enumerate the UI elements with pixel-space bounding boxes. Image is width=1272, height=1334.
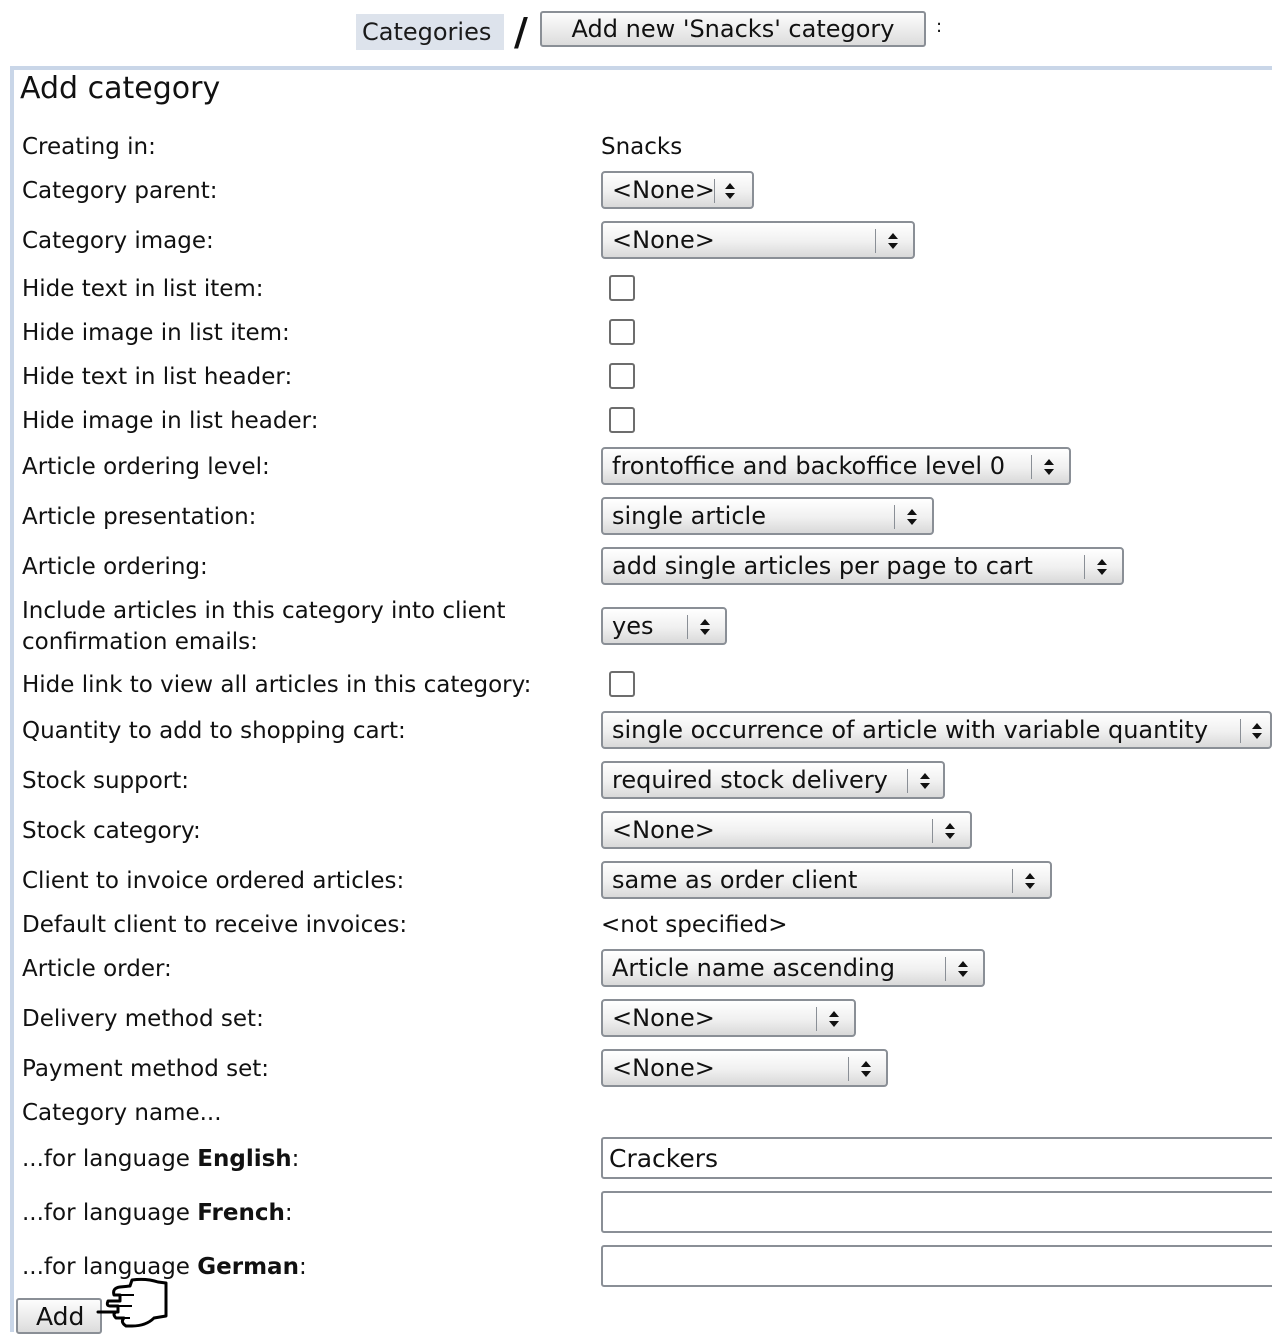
page-title: Add category [20,71,221,106]
breadcrumb-trailing: : [936,16,943,37]
stock-support-label: Stock support: [22,768,190,794]
default-invoice-client-value: <not specified> [601,912,788,938]
category-image-label: Category image: [22,228,214,254]
hide-view-all-link-label: Hide link to view all articles in this c… [22,672,532,698]
hide-image-list-header-checkbox[interactable] [609,407,635,433]
name-french-label: ...for language French: [22,1200,293,1226]
select-arrows-icon [958,961,968,977]
include-in-emails-label-line1: Include articles in this category into c… [22,598,506,624]
hide-view-all-link-checkbox[interactable] [609,671,635,697]
category-parent-label: Category parent: [22,178,218,204]
article-presentation-select[interactable]: single article [601,497,934,535]
name-german-input[interactable] [601,1245,1272,1287]
category-parent-value: <None> [612,176,715,204]
quantity-to-add-label: Quantity to add to shopping cart: [22,718,406,744]
select-arrows-icon [1252,723,1262,739]
delivery-method-set-value: <None> [612,1004,715,1032]
select-arrows-icon [829,1011,839,1027]
category-image-value: <None> [612,226,715,254]
article-presentation-value: single article [612,502,766,530]
select-arrows-icon [888,233,898,249]
payment-method-set-value: <None> [612,1054,715,1082]
name-english-label: ...for language English: [22,1146,300,1172]
hand-pointer-cursor-icon [96,1277,168,1328]
hide-image-list-header-label: Hide image in list header: [22,408,319,434]
article-order-label: Article order: [22,956,172,982]
article-presentation-label: Article presentation: [22,504,257,530]
stock-support-value: required stock delivery [612,766,888,794]
hide-text-list-item-checkbox[interactable] [609,275,635,301]
language-french: French [197,1200,285,1226]
article-order-value: Article name ascending [612,954,896,982]
hide-text-list-item-label: Hide text in list item: [22,276,264,302]
select-arrows-icon [1097,559,1107,575]
article-ordering-select[interactable]: add single articles per page to cart [601,547,1124,585]
breadcrumb-categories-link[interactable]: Categories [356,14,504,50]
hide-text-list-header-label: Hide text in list header: [22,364,293,390]
select-arrows-icon [700,619,710,635]
select-arrows-icon [920,773,930,789]
category-name-heading: Category name... [22,1100,222,1126]
quantity-to-add-select[interactable]: single occurrence of article with variab… [601,711,1272,749]
select-arrows-icon [1025,873,1035,889]
article-ordering-value: add single articles per page to cart [612,552,1033,580]
hide-text-list-header-checkbox[interactable] [609,363,635,389]
delivery-method-set-select[interactable]: <None> [601,999,856,1037]
select-arrows-icon [1044,459,1054,475]
language-german: German [197,1254,299,1280]
add-snacks-category-button[interactable]: Add new 'Snacks' category [540,11,926,47]
payment-method-set-label: Payment method set: [22,1056,270,1082]
article-ordering-level-label: Article ordering level: [22,454,270,480]
category-parent-select[interactable]: <None> [601,171,754,209]
default-invoice-client-label: Default client to receive invoices: [22,912,408,938]
breadcrumb-separator: / [514,10,528,54]
language-english: English [197,1146,292,1172]
client-to-invoice-label: Client to invoice ordered articles: [22,868,405,894]
name-french-input[interactable] [601,1191,1272,1233]
hide-image-list-item-label: Hide image in list item: [22,320,290,346]
quantity-to-add-value: single occurrence of article with variab… [612,716,1209,744]
stock-support-select[interactable]: required stock delivery [601,761,945,799]
include-in-emails-value: yes [612,612,654,640]
article-ordering-label: Article ordering: [22,554,208,580]
creating-in-label: Creating in: [22,134,156,160]
include-in-emails-select[interactable]: yes [601,607,727,645]
article-order-select[interactable]: Article name ascending [601,949,985,987]
include-in-emails-label-line2: confirmation emails: [22,629,258,655]
select-arrows-icon [907,509,917,525]
name-english-input[interactable] [601,1137,1272,1179]
category-image-select[interactable]: <None> [601,221,915,259]
stock-category-select[interactable]: <None> [601,811,972,849]
client-to-invoice-value: same as order client [612,866,858,894]
stock-category-label: Stock category: [22,818,201,844]
client-to-invoice-select[interactable]: same as order client [601,861,1052,899]
payment-method-set-select[interactable]: <None> [601,1049,888,1087]
stock-category-value: <None> [612,816,715,844]
select-arrows-icon [725,183,735,199]
article-ordering-level-value: frontoffice and backoffice level 0 [612,452,1005,480]
hide-image-list-item-checkbox[interactable] [609,319,635,345]
select-arrows-icon [945,823,955,839]
add-button[interactable]: Add [16,1298,102,1334]
delivery-method-set-label: Delivery method set: [22,1006,264,1032]
article-ordering-level-select[interactable]: frontoffice and backoffice level 0 [601,447,1071,485]
select-arrows-icon [861,1061,871,1077]
creating-in-value: Snacks [601,134,683,160]
